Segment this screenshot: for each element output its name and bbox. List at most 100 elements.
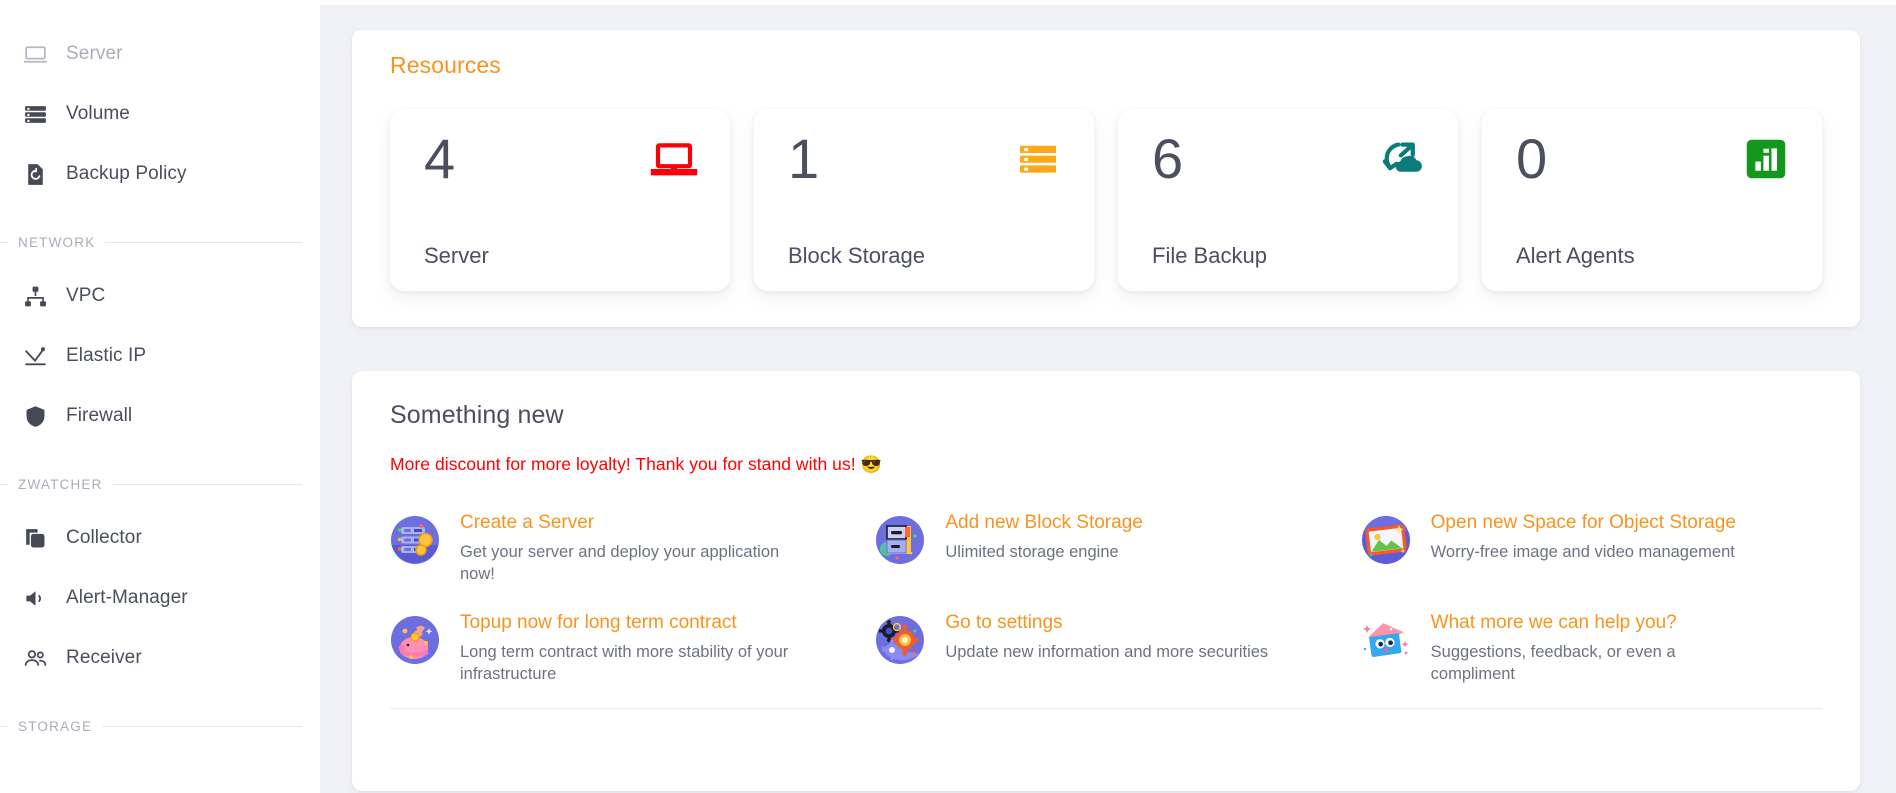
sidebar-item-vpc[interactable]: VPC: [0, 266, 320, 326]
card-top: 1: [782, 131, 1066, 187]
sidebar-group-label: ZWATCHER: [18, 476, 103, 492]
divider-left: [0, 241, 8, 243]
card-value: 1: [788, 127, 820, 190]
tile-what-more-we-can-help-you[interactable]: What more we can help you? Suggestions, …: [1361, 609, 1822, 685]
tile-add-new-block-storage[interactable]: Add new Block Storage Ulimited storage e…: [875, 509, 1336, 585]
bar-chart-icon: [1738, 131, 1794, 187]
resource-card-alert-agents[interactable]: 0 Alert Agents: [1482, 109, 1822, 291]
tile-topup-long-term-contract[interactable]: Topup now for long term contract Long te…: [390, 609, 851, 685]
tile-description: Suggestions, feedback, or even a complim…: [1430, 643, 1676, 684]
server-stack-icon: [22, 101, 48, 127]
card-value: 6: [1152, 127, 1184, 190]
card-label: Alert Agents: [1516, 243, 1635, 268]
app-root: Server Volume Backup Policy NETWORK VPC …: [0, 0, 1896, 793]
sidebar-item-label: Server: [66, 43, 123, 64]
cloud-sync-icon: [1374, 131, 1430, 187]
card-label: Block Storage: [788, 243, 925, 268]
megaphone-box-art-icon: [1361, 615, 1411, 665]
sidebar-item-volume[interactable]: Volume: [0, 84, 320, 144]
sidebar-item-backup-policy[interactable]: Backup Policy: [0, 144, 320, 204]
section-title: Something new: [390, 401, 564, 429]
resources-title: Resources: [390, 52, 501, 78]
divider-right: [112, 483, 302, 485]
server-rack-art-icon: [390, 515, 440, 565]
sidebar-item-label: VPC: [66, 285, 106, 306]
tile-description: Long term contract with more stability o…: [460, 643, 789, 684]
sidebar-group-label: NETWORK: [18, 234, 96, 250]
resource-card-file-backup[interactable]: 6 File Backup: [1118, 109, 1458, 291]
resources-panel: Resources 4 Server 1 Block Storage 6 Fil…: [352, 30, 1860, 327]
sidebar-item-label: Alert-Manager: [66, 587, 188, 608]
sidebar-item-label: Backup Policy: [66, 163, 187, 184]
tile-text: What more we can help you? Suggestions, …: [1431, 609, 1761, 685]
tile-description: Get your server and deploy your applicat…: [460, 542, 780, 584]
resource-card-block-storage[interactable]: 1 Block Storage: [754, 109, 1094, 291]
tile-title: Topup now for long term contract: [460, 612, 737, 634]
speaker-icon: [22, 585, 48, 611]
laptop-icon: [646, 131, 702, 187]
announcement-message: More discount for more loyalty! Thank yo…: [390, 454, 856, 474]
sidebar-item-elastic-ip[interactable]: Elastic IP: [0, 326, 320, 386]
resource-card-server[interactable]: 4 Server: [390, 109, 730, 291]
tile-text: Create a Server Get your server and depl…: [460, 509, 790, 585]
divider-left: [0, 483, 8, 485]
card-label: File Backup: [1152, 243, 1267, 268]
tile-text: Topup now for long term contract Long te…: [460, 609, 790, 685]
main-content: Resources 4 Server 1 Block Storage 6 Fil…: [320, 0, 1896, 793]
tile-go-to-settings[interactable]: Go to settings Update new information an…: [875, 609, 1336, 685]
sunglasses-emoji-icon: 😎: [860, 455, 882, 474]
tile-text: Go to settings Update new information an…: [945, 609, 1268, 663]
divider-right: [105, 241, 302, 243]
users-icon: [22, 645, 48, 671]
sidebar: Server Volume Backup Policy NETWORK VPC …: [0, 0, 320, 793]
sidebar-item-label: Collector: [66, 527, 142, 548]
divider-right: [102, 725, 302, 727]
laptop-icon: [22, 41, 48, 67]
quick-action-tiles: Create a Server Get your server and depl…: [390, 509, 1822, 686]
sidebar-item-label: Receiver: [66, 647, 142, 668]
card-top: 0: [1510, 131, 1794, 187]
tile-create-a-server[interactable]: Create a Server Get your server and depl…: [390, 509, 851, 585]
tile-title: Create a Server: [460, 512, 595, 533]
tile-title: Open new Space for Object Storage: [1430, 512, 1736, 533]
tile-text: Add new Block Storage Ulimited storage e…: [945, 509, 1143, 563]
tile-description: Worry-free image and video management: [1430, 542, 1735, 561]
sidebar-item-collector[interactable]: Collector: [0, 508, 320, 568]
something-new-panel: Something new More discount for more loy…: [352, 371, 1860, 791]
elastic-ip-icon: [22, 343, 48, 369]
sidebar-group-zwatcher: ZWATCHER: [0, 474, 320, 494]
resource-cards: 4 Server 1 Block Storage 6 File Backup 0…: [390, 109, 1822, 291]
tile-title: Add new Block Storage: [945, 512, 1143, 533]
sidebar-item-firewall[interactable]: Firewall: [0, 386, 320, 446]
card-label: Server: [424, 243, 489, 268]
announcement-text: More discount for more loyalty! Thank yo…: [390, 454, 1822, 475]
tile-description: Ulimited storage engine: [945, 542, 1119, 561]
sidebar-group-storage: STORAGE: [0, 716, 320, 736]
sidebar-item-receiver[interactable]: Receiver: [0, 628, 320, 688]
piggy-bank-art-icon: [390, 615, 440, 665]
sidebar-item-label: Firewall: [66, 405, 133, 426]
copy-layers-icon: [22, 525, 48, 551]
sidebar-item-server[interactable]: Server: [0, 24, 320, 84]
card-value: 0: [1516, 127, 1548, 190]
divider-left: [0, 725, 8, 727]
backup-restore-icon: [22, 161, 48, 187]
shield-icon: [22, 403, 48, 429]
drawer-storage-art-icon: [875, 515, 925, 565]
tile-description: Update new information and more securiti…: [945, 643, 1269, 662]
tile-title: What more we can help you?: [1430, 612, 1677, 634]
sidebar-item-label: Elastic IP: [66, 345, 147, 366]
card-top: 4: [418, 131, 702, 187]
tile-open-new-space-object-storage[interactable]: Open new Space for Object Storage Worry-…: [1361, 509, 1822, 585]
card-top: 6: [1146, 131, 1430, 187]
block-storage-icon: [1010, 131, 1066, 187]
tile-text: Open new Space for Object Storage Worry-…: [1431, 509, 1736, 563]
tile-title: Go to settings: [945, 612, 1063, 634]
network-topology-icon: [22, 283, 48, 309]
sidebar-group-network: NETWORK: [0, 232, 320, 252]
sidebar-item-alert-manager[interactable]: Alert-Manager: [0, 568, 320, 628]
section-divider: [390, 707, 1822, 709]
card-value: 4: [424, 127, 456, 190]
gears-art-icon: [875, 615, 925, 665]
sidebar-item-label: Volume: [66, 103, 130, 124]
